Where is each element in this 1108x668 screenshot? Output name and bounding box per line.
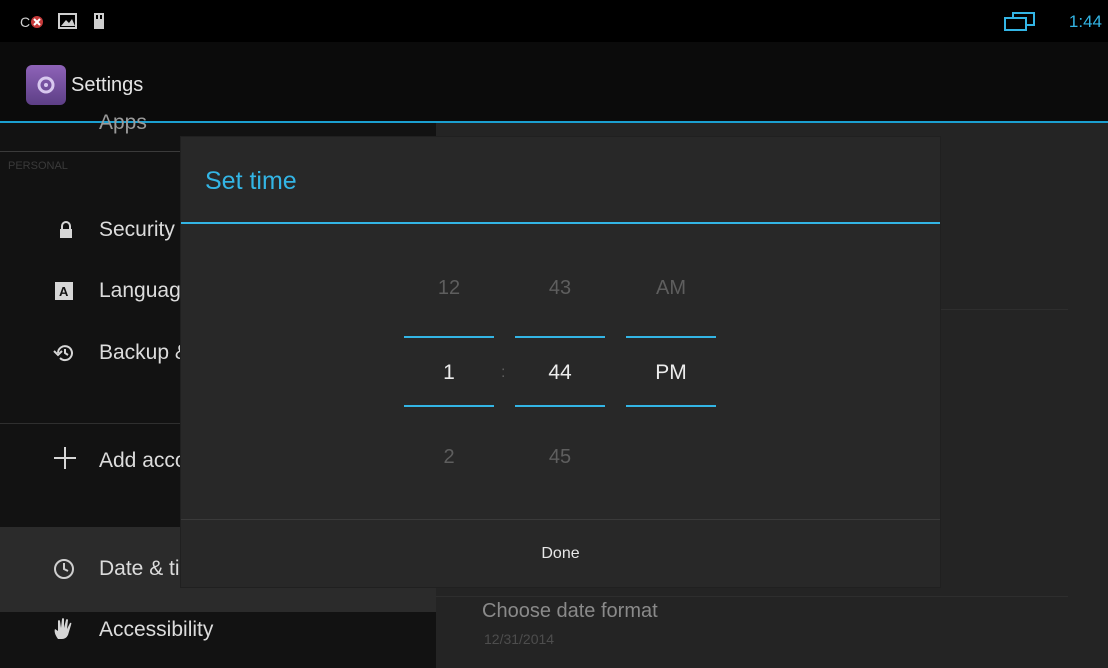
hour-selection-top bbox=[404, 336, 494, 338]
dialog-title-divider bbox=[181, 222, 940, 224]
hour-prev[interactable]: 12 bbox=[404, 277, 494, 300]
hour-current[interactable]: 1 bbox=[404, 361, 494, 385]
image-icon bbox=[58, 13, 77, 29]
section-header: PERSONAL bbox=[8, 160, 68, 172]
hour-picker[interactable]: 12 1 2 bbox=[404, 267, 494, 469]
svg-text:A: A bbox=[59, 284, 69, 299]
sidebar-item-apps[interactable]: Apps bbox=[99, 111, 147, 135]
plus-icon bbox=[54, 447, 76, 469]
setting-title: Choose date format bbox=[482, 600, 658, 622]
usb-debug-icon: C bbox=[20, 14, 43, 30]
sidebar-item-label: Accessibility bbox=[99, 618, 214, 641]
minute-current[interactable]: 44 bbox=[515, 361, 605, 385]
settings-app-icon[interactable] bbox=[26, 65, 66, 105]
app-title: Settings bbox=[71, 74, 144, 96]
svg-text:C: C bbox=[20, 14, 30, 30]
hour-selection-bottom bbox=[404, 405, 494, 407]
time-separator: : bbox=[501, 364, 506, 381]
hand-icon bbox=[54, 618, 72, 639]
minute-next[interactable]: 45 bbox=[515, 446, 605, 469]
gear-icon bbox=[37, 76, 55, 94]
clock-icon bbox=[54, 559, 74, 579]
setting-summary: 12/31/2014 bbox=[484, 631, 555, 647]
action-bar bbox=[0, 42, 1108, 122]
minute-selection-bottom bbox=[515, 405, 605, 407]
backup-icon bbox=[53, 345, 73, 362]
set-time-dialog: Set time 12 1 2 : 43 44 45 AM PM Done bbox=[181, 137, 940, 587]
ampm-selection-bottom bbox=[626, 405, 716, 407]
hour-next[interactable]: 2 bbox=[404, 446, 494, 469]
sd-card-icon bbox=[94, 13, 104, 29]
minute-prev[interactable]: 43 bbox=[515, 277, 605, 300]
ampm-selection-top bbox=[626, 336, 716, 338]
detail-divider bbox=[436, 596, 1068, 597]
ampm-prev[interactable]: AM bbox=[626, 277, 716, 300]
sidebar-item-label: Security bbox=[99, 218, 175, 241]
lock-icon bbox=[60, 221, 72, 238]
minute-selection-top bbox=[515, 336, 605, 338]
minute-picker[interactable]: 43 44 45 bbox=[515, 267, 605, 469]
ampm-picker[interactable]: AM PM bbox=[626, 267, 716, 467]
ampm-current[interactable]: PM bbox=[626, 361, 716, 385]
clock-time: 1:44 bbox=[1068, 12, 1102, 31]
dialog-title: Set time bbox=[205, 167, 297, 195]
keyboard-icon: A bbox=[55, 282, 73, 300]
status-bar: C 1:44 bbox=[0, 0, 1108, 42]
done-button[interactable]: Done bbox=[181, 520, 940, 587]
network-icon bbox=[1004, 12, 1035, 31]
